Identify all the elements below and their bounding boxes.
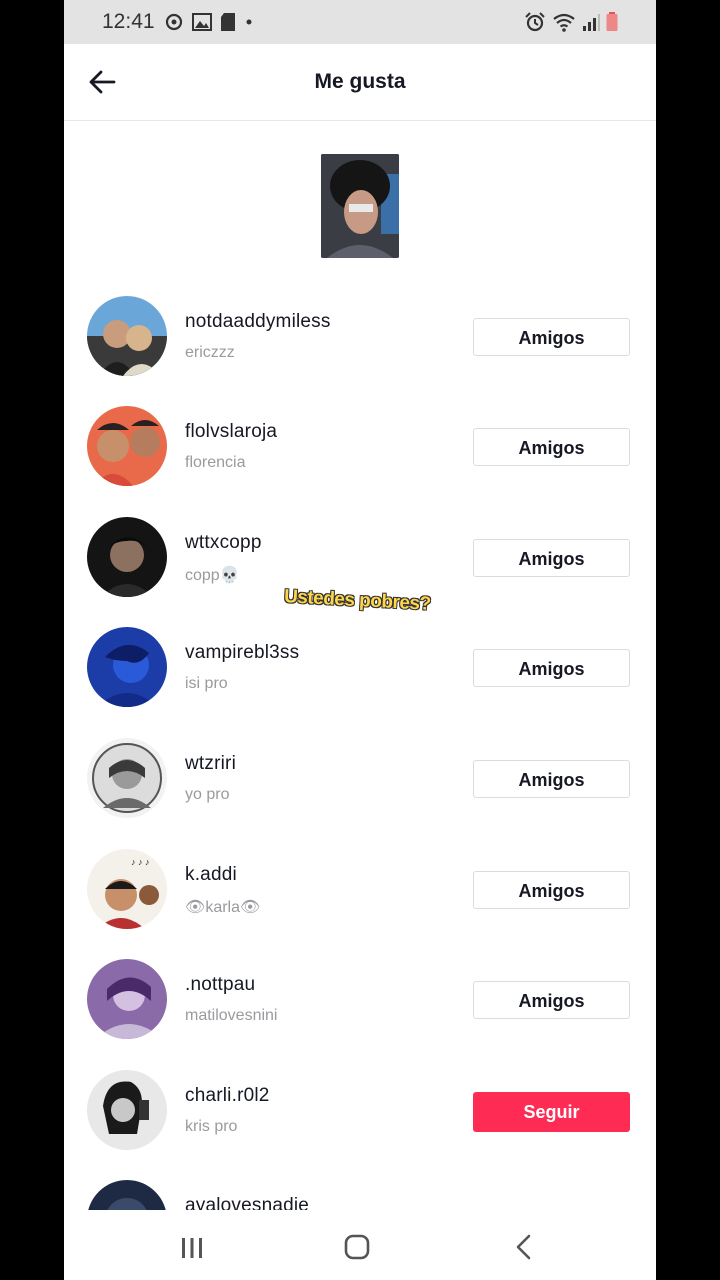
nickname: copp💀: [185, 567, 240, 584]
username: ayalovesnadie: [185, 1195, 310, 1210]
friends-button[interactable]: Amigos: [473, 428, 630, 466]
follow-button[interactable]: Seguir: [473, 1092, 630, 1132]
sync-icon: [165, 13, 183, 31]
friends-button[interactable]: Amigos: [473, 981, 630, 1019]
nickname: 👁karla👁: [185, 899, 261, 916]
avatar[interactable]: [87, 738, 167, 818]
sd-card-icon: [221, 13, 235, 31]
avatar[interactable]: [87, 406, 167, 486]
avatar[interactable]: [87, 959, 167, 1039]
username: notdaaddymiless: [185, 311, 331, 332]
signal-icon: [583, 14, 600, 31]
friends-button[interactable]: Amigos: [473, 649, 630, 687]
home-icon[interactable]: [344, 1234, 370, 1260]
username: charli.r0l2: [185, 1085, 270, 1106]
dot-icon: [246, 19, 252, 25]
nickname: ericzzz: [185, 344, 235, 361]
alarm-icon: [525, 12, 545, 32]
friends-button[interactable]: Amigos: [473, 871, 630, 909]
list-item[interactable]: notdaaddymiless ericzzz Amigos: [64, 282, 656, 392]
nickname: isi pro: [185, 675, 228, 692]
avatar[interactable]: [87, 517, 167, 597]
status-bar: 12:41: [64, 0, 656, 44]
username: .nottpau: [185, 974, 256, 995]
battery-low-icon: [606, 12, 618, 31]
status-right-icons: [524, 12, 618, 32]
status-time: 12:41: [102, 10, 155, 33]
username: flolvslaroja: [185, 421, 278, 442]
list-item[interactable]: wtzriri yo pro Amigos: [64, 724, 656, 834]
back-icon[interactable]: [512, 1234, 536, 1260]
friends-button[interactable]: Amigos: [473, 760, 630, 798]
list-item[interactable]: charli.r0l2 kris pro Seguir: [64, 1056, 656, 1166]
avatar[interactable]: [87, 1070, 167, 1150]
nickname: yo pro: [185, 786, 230, 803]
avatar[interactable]: [87, 296, 167, 376]
wifi-icon: [553, 13, 575, 32]
likes-list: notdaaddymiless ericzzz Amigos flolvslar…: [64, 282, 656, 1210]
nickname: kris pro: [185, 1118, 238, 1135]
list-item[interactable]: flolvslaroja florencia Amigos: [64, 392, 656, 502]
phone-screen: 12:41 Me gusta notdaaddymiless ericzzz A…: [64, 0, 656, 1280]
status-left-icons: [164, 12, 254, 32]
video-thumbnail-image: [321, 154, 399, 258]
username: k.addi: [185, 864, 237, 885]
list-item[interactable]: .nottpau matilovesnini Amigos: [64, 945, 656, 1055]
gallery-icon: [192, 13, 212, 31]
avatar[interactable]: [87, 1180, 167, 1210]
system-nav-bar: [64, 1210, 656, 1280]
nickname: matilovesnini: [185, 1007, 278, 1024]
list-item[interactable]: ayalovesnadie: [64, 1166, 656, 1210]
friends-button[interactable]: Amigos: [473, 318, 630, 356]
username: wtzriri: [185, 753, 236, 774]
avatar[interactable]: ♪ ♪ ♪: [87, 849, 167, 929]
username: vampirebl3ss: [185, 642, 300, 663]
friends-button[interactable]: Amigos: [473, 539, 630, 577]
list-item[interactable]: ♪ ♪ ♪ k.addi 👁karla👁 Amigos: [64, 835, 656, 945]
list-item[interactable]: vampirebl3ss isi pro Amigos: [64, 613, 656, 723]
avatar[interactable]: [87, 627, 167, 707]
nickname: florencia: [185, 454, 246, 471]
recents-icon[interactable]: [180, 1236, 204, 1260]
username: wttxcopp: [185, 532, 262, 553]
app-bar: Me gusta: [64, 44, 656, 121]
svg-text:♪ ♪ ♪: ♪ ♪ ♪: [131, 857, 150, 867]
video-thumbnail[interactable]: [321, 154, 399, 258]
page-title: Me gusta: [314, 70, 406, 93]
